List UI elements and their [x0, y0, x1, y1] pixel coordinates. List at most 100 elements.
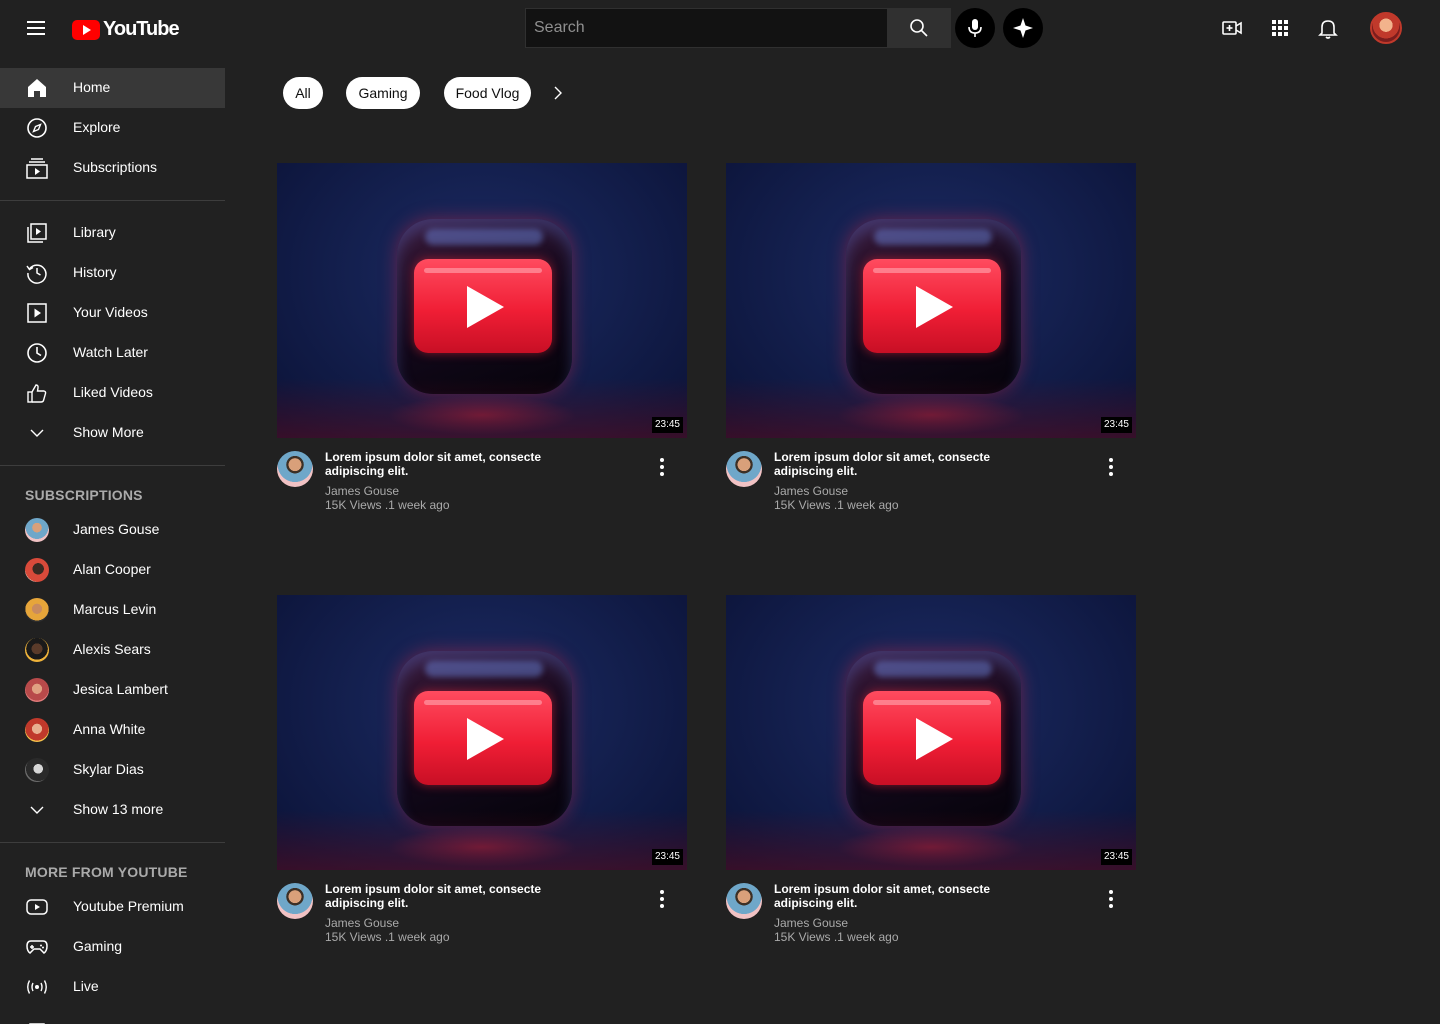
- subscription-label: Show 13 more: [73, 801, 164, 817]
- channel-avatar[interactable]: [277, 883, 313, 919]
- sidebar-item-label: Explore: [73, 119, 121, 135]
- channel-name[interactable]: James Gouse: [325, 916, 399, 930]
- subscription-skylar-dias[interactable]: Skylar Dias: [0, 750, 225, 790]
- chevron-right-icon[interactable]: [548, 81, 568, 105]
- clock-icon: [25, 341, 49, 365]
- duration-badge: 23:45: [651, 849, 683, 865]
- sidebar-divider: [0, 465, 225, 466]
- video-meta: 15K Views .1 week ago: [325, 498, 450, 512]
- sidebar-item-partial[interactable]: [0, 1007, 225, 1024]
- channel-avatar: [25, 758, 49, 782]
- channel-avatar: [25, 638, 49, 662]
- sidebar-item-history[interactable]: History: [0, 253, 225, 293]
- channel-avatar[interactable]: [726, 451, 762, 487]
- channel-avatar: [25, 518, 49, 542]
- sidebar-item-home[interactable]: Home: [0, 68, 225, 108]
- sidebar-item-explore[interactable]: Explore: [0, 108, 225, 148]
- history-icon: [25, 261, 49, 285]
- sparkle-icon: [1013, 18, 1033, 38]
- subscriptions-show-more[interactable]: Show 13 more: [0, 790, 225, 830]
- premium-icon: [25, 895, 49, 919]
- sidebar-item-label: History: [73, 264, 117, 280]
- create-video-icon[interactable]: [1220, 16, 1244, 40]
- sidebar-item-subscriptions[interactable]: Subscriptions: [0, 148, 225, 188]
- video-thumbnail[interactable]: 23:45: [726, 163, 1136, 438]
- sidebar-item-label: Show More: [73, 424, 144, 440]
- sidebar-item-label: Home: [73, 79, 111, 95]
- subscription-jesica-lambert[interactable]: Jesica Lambert: [0, 670, 225, 710]
- more-options-icon[interactable]: [1101, 887, 1121, 911]
- subscription-marcus-levin[interactable]: Marcus Levin: [0, 590, 225, 630]
- chip-all[interactable]: All: [283, 77, 323, 109]
- sidebar-item-liked-videos[interactable]: Liked Videos: [0, 373, 225, 413]
- sidebar-show-more[interactable]: Show More: [0, 413, 225, 453]
- video-meta: 15K Views .1 week ago: [325, 930, 450, 944]
- channel-avatar[interactable]: [726, 883, 762, 919]
- sidebar-item-label: Liked Videos: [73, 384, 153, 400]
- video-title[interactable]: Lorem ipsum dolor sit amet, consecte adi…: [325, 450, 565, 478]
- video-title[interactable]: Lorem ipsum dolor sit amet, consecte adi…: [774, 450, 1014, 478]
- voice-search-button[interactable]: [955, 8, 995, 48]
- video-thumbnail[interactable]: 23:45: [277, 595, 687, 870]
- more-from-youtube-heading: MORE FROM YOUTUBE: [25, 864, 188, 880]
- subscription-anna-white[interactable]: Anna White: [0, 710, 225, 750]
- video-meta: 15K Views .1 week ago: [774, 930, 899, 944]
- subscription-alexis-sears[interactable]: Alexis Sears: [0, 630, 225, 670]
- more-options-icon[interactable]: [652, 887, 672, 911]
- video-thumbnail[interactable]: 23:45: [726, 595, 1136, 870]
- youtube-play-icon: [72, 19, 100, 40]
- channel-name[interactable]: James Gouse: [774, 916, 848, 930]
- sidebar-item-label: Your Videos: [73, 304, 148, 320]
- your-videos-icon: [25, 301, 49, 325]
- youtube-play-icon: [414, 259, 552, 353]
- channel-avatar: [25, 718, 49, 742]
- more-options-icon[interactable]: [1101, 455, 1121, 479]
- video-title[interactable]: Lorem ipsum dolor sit amet, consecte adi…: [774, 882, 1014, 910]
- chip-gaming[interactable]: Gaming: [346, 77, 420, 109]
- sidebar-item-youtube-premium[interactable]: Youtube Premium: [0, 887, 225, 927]
- channel-name[interactable]: James Gouse: [774, 484, 848, 498]
- chip-food-vlog[interactable]: Food Vlog: [444, 77, 531, 109]
- video-card[interactable]: 23:45 Lorem ipsum dolor sit amet, consec…: [277, 163, 687, 523]
- video-card[interactable]: 23:45 Lorem ipsum dolor sit amet, consec…: [277, 595, 687, 955]
- video-thumbnail[interactable]: 23:45: [277, 163, 687, 438]
- sidebar: Home Explore Subscriptions Library Histo…: [0, 56, 225, 1024]
- video-card[interactable]: 23:45 Lorem ipsum dolor sit amet, consec…: [726, 163, 1136, 523]
- microphone-icon: [968, 19, 982, 37]
- subscription-label: Alan Cooper: [73, 561, 151, 577]
- sidebar-item-your-videos[interactable]: Your Videos: [0, 293, 225, 333]
- search-input[interactable]: [525, 8, 887, 48]
- sidebar-item-library[interactable]: Library: [0, 213, 225, 253]
- channel-name[interactable]: James Gouse: [325, 484, 399, 498]
- logo-wordmark: YouTube: [103, 18, 180, 40]
- channel-avatar[interactable]: [277, 451, 313, 487]
- library-icon: [25, 221, 49, 245]
- youtube-logo[interactable]: YouTube: [72, 18, 180, 41]
- youtube-play-icon: [414, 691, 552, 785]
- subscription-label: Alexis Sears: [73, 641, 151, 657]
- notifications-bell-icon[interactable]: [1316, 16, 1340, 40]
- sidebar-divider: [0, 842, 225, 843]
- hamburger-menu-icon[interactable]: [24, 16, 48, 40]
- sidebar-item-watch-later[interactable]: Watch Later: [0, 333, 225, 373]
- account-avatar[interactable]: [1370, 12, 1402, 44]
- video-meta: 15K Views .1 week ago: [774, 498, 899, 512]
- sidebar-item-gaming[interactable]: Gaming: [0, 927, 225, 967]
- video-card[interactable]: 23:45 Lorem ipsum dolor sit amet, consec…: [726, 595, 1136, 955]
- search-icon: [910, 19, 928, 37]
- apps-grid-icon[interactable]: [1268, 16, 1292, 40]
- channel-avatar: [25, 678, 49, 702]
- search-button[interactable]: [887, 8, 951, 48]
- subscriptions-heading: SUBSCRIPTIONS: [25, 487, 143, 503]
- video-title[interactable]: Lorem ipsum dolor sit amet, consecte adi…: [325, 882, 565, 910]
- subscription-label: Anna White: [73, 721, 146, 737]
- sidebar-item-live[interactable]: Live: [0, 967, 225, 1007]
- duration-badge: 23:45: [651, 417, 683, 433]
- home-icon: [25, 76, 49, 100]
- subscription-alan-cooper[interactable]: Alan Cooper: [0, 550, 225, 590]
- more-options-icon[interactable]: [652, 455, 672, 479]
- sparkle-button[interactable]: [1003, 8, 1043, 48]
- live-icon: [25, 975, 49, 999]
- subscription-james-gouse[interactable]: James Gouse: [0, 510, 225, 550]
- youtube-play-icon: [863, 259, 1001, 353]
